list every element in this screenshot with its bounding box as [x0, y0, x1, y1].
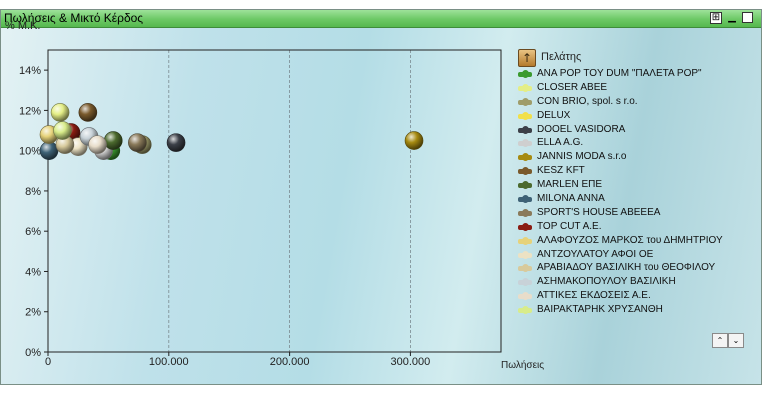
legend-swatch-icon — [518, 306, 532, 315]
legend-item[interactable]: ANA POP TOY DUM "ΠΑΛΕΤΑ POP" — [518, 68, 758, 82]
legend-item-label: ΑΝΤΖΟΥΛΑΤΟΥ ΑΦΟΙ ΟΕ — [537, 248, 654, 260]
legend-item-label: DELUX — [537, 109, 571, 121]
legend-item-label: CLOSER ABEE — [537, 81, 608, 93]
legend-swatch-icon — [518, 181, 532, 190]
legend-item-label: KESZ KFT — [537, 165, 585, 177]
legend-swatch-icon — [518, 195, 532, 204]
x-tick-label: 200.000 — [270, 356, 310, 368]
legend-item-label: ANA POP TOY DUM "ΠΑΛΕΤΑ POP" — [537, 68, 702, 79]
legend-item-label: MILONA ANNA — [537, 193, 605, 205]
y-tick-label: 6% — [25, 226, 41, 238]
legend-swatch-icon — [518, 83, 532, 92]
legend-title: Πελάτης — [541, 51, 582, 63]
legend-item[interactable]: ΑΣΗΜΑΚΟΠΟΥΛΟΥ ΒΑΣΙΛΙΚΗ — [518, 276, 758, 290]
data-point — [50, 103, 70, 122]
legend-item-label: MARLEN ΕΠΕ — [537, 179, 603, 191]
legend-item-label: SPORT'S HOUSE ABEEEA — [537, 206, 661, 218]
legend-item-label: ELLA A.G. — [537, 137, 584, 149]
legend-swatch-icon — [518, 167, 532, 176]
legend-item-label: TOP CUT A.E. — [537, 220, 602, 232]
y-tick-label: 14% — [19, 65, 41, 77]
data-point — [39, 141, 59, 160]
legend-swatch-icon — [518, 278, 532, 287]
data-point — [128, 133, 147, 152]
legend: ↑ Πελάτης ANA POP TOY DUM "ΠΑΛΕΤΑ POP" CL… — [518, 48, 758, 318]
legend-swatch-icon — [518, 153, 532, 162]
x-tick-label: 0 — [45, 356, 51, 368]
legend-item-label: CON BRIO, spol. s r.o. — [537, 95, 638, 107]
legend-item-label: ΑΛΑΦΟΥΖΟΣ ΜΑΡΚΟΣ του ΔΗΜΗΤΡΙΟΥ — [537, 234, 723, 246]
legend-item-label: JANNIS MODA s.r.o — [537, 151, 627, 163]
legend-swatch-icon — [518, 250, 532, 259]
y-tick-label: 4% — [25, 266, 41, 278]
legend-swatch-icon — [518, 125, 532, 134]
data-point — [103, 131, 123, 150]
legend-item[interactable]: TOP CUT A.E. — [518, 221, 758, 235]
legend-item-label: ΒΑΙΡΑΚΤΑΡΗΚ ΧΡΥΣΑΝΘΗ — [537, 304, 663, 316]
legend-scroll-down-button[interactable]: ⌄ — [728, 333, 744, 348]
legend-swatch-icon — [518, 222, 532, 231]
y-tick-label: 12% — [19, 105, 41, 117]
legend-item[interactable]: ΒΑΙΡΑΚΤΑΡΗΚ ΧΡΥΣΑΝΘΗ — [518, 304, 758, 318]
legend-item[interactable]: ΑΤΤΙΚΕΣ ΕΚΔΟΣΕΙΣ Α.Ε. — [518, 290, 758, 304]
legend-item-label: DOOEL VASIDORA — [537, 123, 626, 135]
legend-item[interactable]: ΑΛΑΦΟΥΖΟΣ ΜΑΡΚΟΣ του ΔΗΜΗΤΡΙΟΥ — [518, 235, 758, 249]
legend-item[interactable]: MILONA ANNA — [518, 193, 758, 207]
legend-item-label: ΑΣΗΜΑΚΟΠΟΥΛΟΥ ΒΑΣΙΛΙΚΗ — [537, 276, 676, 288]
legend-swatch-icon — [518, 292, 532, 301]
x-tick-label: 100.000 — [149, 356, 189, 368]
legend-item[interactable]: CON BRIO, spol. s r.o. — [518, 96, 758, 110]
plot-area-frame — [47, 49, 502, 353]
legend-item-label: ΑΤΤΙΚΕΣ ΕΚΔΟΣΕΙΣ Α.Ε. — [537, 290, 651, 302]
legend-swatch-icon — [518, 97, 532, 106]
legend-item-label: ΑΡΑΒΙΑΔΟΥ ΒΑΣΙΛΙΚΗ του ΘΕΟΦΙΛΟΥ — [537, 262, 716, 274]
legend-swatch-icon — [518, 236, 532, 245]
legend-item[interactable]: ΑΡΑΒΙΑΔΟΥ ΒΑΣΙΛΙΚΗ του ΘΕΟΦΙΛΟΥ — [518, 262, 758, 276]
legend-item[interactable]: DOOEL VASIDORA — [518, 124, 758, 138]
y-tick-label: 0% — [25, 347, 41, 359]
y-tick-label: 8% — [25, 186, 41, 198]
y-tick-label: 2% — [25, 307, 41, 319]
legend-item[interactable]: ΑΝΤΖΟΥΛΑΤΟΥ ΑΦΟΙ ΟΕ — [518, 249, 758, 263]
data-point — [78, 103, 98, 122]
legend-item[interactable]: JANNIS MODA s.r.o — [518, 151, 758, 165]
legend-swatch-icon — [518, 139, 532, 148]
sort-icon[interactable]: ↑ — [518, 49, 536, 67]
data-point — [404, 131, 424, 150]
legend-scroll-up-button[interactable]: ⌃ — [712, 333, 728, 348]
data-point — [166, 133, 186, 152]
legend-swatch-icon — [518, 208, 532, 217]
legend-item[interactable]: MARLEN ΕΠΕ — [518, 179, 758, 193]
legend-swatch-icon — [518, 70, 532, 78]
legend-swatch-icon — [518, 111, 532, 120]
legend-item[interactable]: ELLA A.G. — [518, 137, 758, 151]
legend-item[interactable]: DELUX — [518, 110, 758, 124]
y-tick-label: 10% — [19, 146, 41, 158]
legend-item[interactable]: CLOSER ABEE — [518, 82, 758, 96]
data-point — [53, 121, 72, 140]
legend-swatch-icon — [518, 264, 532, 273]
legend-item[interactable]: KESZ KFT — [518, 165, 758, 179]
data-point — [88, 135, 107, 154]
x-tick-label: 300.000 — [391, 356, 431, 368]
legend-item[interactable]: SPORT'S HOUSE ABEEEA — [518, 207, 758, 221]
